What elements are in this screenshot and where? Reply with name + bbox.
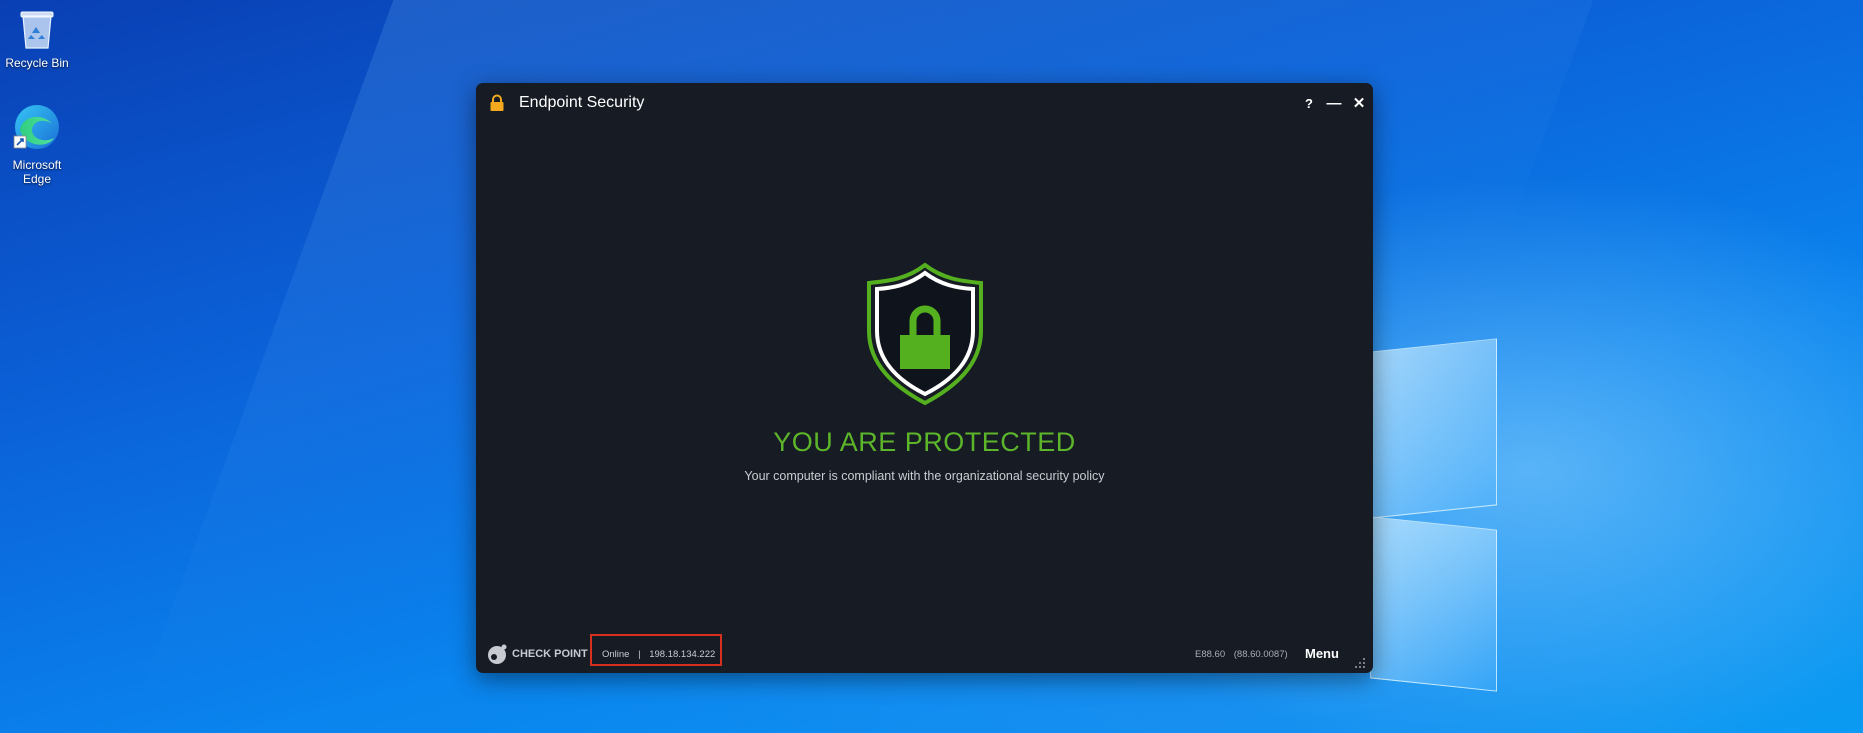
desktop-icon-label: Recycle Bin bbox=[5, 56, 69, 70]
version-info: E88.60 (88.60.0087) bbox=[1195, 649, 1288, 660]
protection-status-title: YOU ARE PROTECTED bbox=[773, 427, 1076, 457]
desktop-icon-label: Microsoft Edge bbox=[12, 158, 62, 186]
ip-address: 198.18.134.222 bbox=[649, 649, 716, 660]
recycle-bin-icon bbox=[0, 6, 75, 53]
resize-grip-icon[interactable] bbox=[1354, 656, 1366, 673]
endpoint-security-window: Endpoint Security ? — ✕ YOU ARE PROTECTE… bbox=[476, 83, 1373, 673]
check-point-logo-icon bbox=[488, 644, 507, 664]
version-number: E88.60 bbox=[1195, 649, 1226, 660]
padlock-icon bbox=[489, 94, 505, 117]
logo-pane-bottom bbox=[1370, 516, 1497, 692]
check-point-logo: CHECK POINT bbox=[486, 643, 588, 665]
desktop-icon-microsoft-edge[interactable]: Microsoft Edge bbox=[0, 102, 75, 186]
edge-browser-icon bbox=[0, 102, 75, 155]
window-titlebar[interactable]: Endpoint Security ? — ✕ bbox=[476, 83, 1373, 123]
connection-state: Online bbox=[602, 649, 630, 660]
connection-status: Online | 198.18.134.222 bbox=[602, 649, 715, 660]
separator: | bbox=[638, 649, 641, 660]
minimize-button[interactable]: — bbox=[1323, 93, 1345, 115]
brand-name: CHECK POINT bbox=[512, 648, 588, 660]
help-button[interactable]: ? bbox=[1298, 93, 1320, 115]
menu-button[interactable]: Menu bbox=[1305, 646, 1339, 661]
shield-lock-icon bbox=[863, 261, 987, 412]
logo-pane-top bbox=[1370, 338, 1497, 519]
window-title: Endpoint Security bbox=[519, 94, 645, 111]
wallpaper-windows-logo bbox=[1370, 338, 1497, 692]
protection-status-subtitle: Your computer is compliant with the orga… bbox=[744, 469, 1105, 483]
desktop-icon-recycle-bin[interactable]: Recycle Bin bbox=[0, 6, 75, 70]
close-button[interactable]: ✕ bbox=[1348, 93, 1370, 115]
build-number: (88.60.0087) bbox=[1233, 649, 1288, 660]
